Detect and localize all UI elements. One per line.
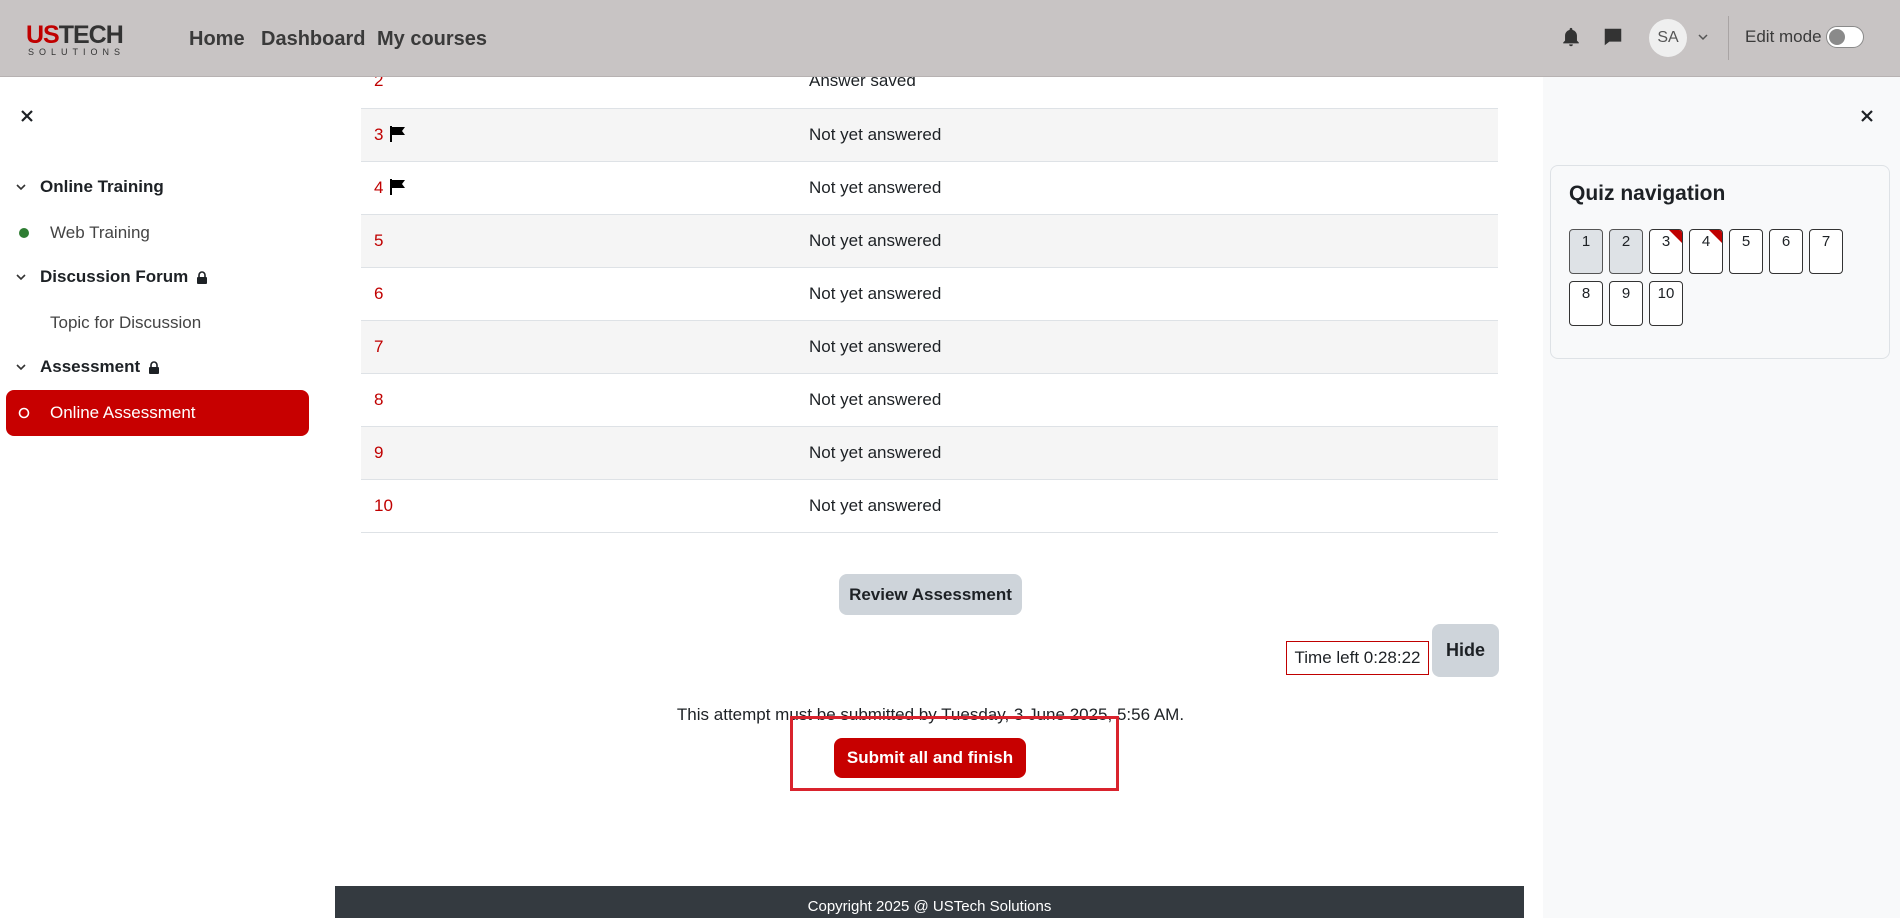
logo-wordmark: USTECH bbox=[26, 21, 124, 49]
course-index-drawer: Online Training Web Training Discussion … bbox=[0, 77, 318, 918]
quiz-navigation-title: Quiz navigation bbox=[1569, 182, 1726, 205]
question-link[interactable]: 3 bbox=[374, 125, 383, 144]
quiz-timer: Time left 0:28:22 bbox=[1286, 641, 1429, 675]
quiz-nav-number: 10 bbox=[1657, 285, 1675, 302]
nav-home-link[interactable]: Home bbox=[189, 27, 245, 51]
question-link[interactable]: 7 bbox=[374, 337, 383, 356]
quiz-nav-button-3[interactable]: 3 bbox=[1649, 229, 1683, 274]
section-label: Online Training bbox=[40, 177, 164, 196]
quiz-nav-number: 9 bbox=[1621, 285, 1631, 302]
quiz-nav-number: 2 bbox=[1621, 233, 1631, 250]
quiz-nav-button-8[interactable]: 8 bbox=[1569, 281, 1603, 326]
activity-label: Web Training bbox=[50, 223, 150, 242]
question-link[interactable]: 5 bbox=[374, 231, 383, 250]
status-dot-icon bbox=[18, 407, 30, 419]
question-status: Not yet answered bbox=[809, 108, 1498, 162]
lock-icon bbox=[197, 270, 208, 284]
question-status: Answer saved bbox=[809, 77, 1498, 109]
edit-mode-label: Edit mode bbox=[1745, 27, 1822, 46]
quiz-nav-number: 8 bbox=[1581, 285, 1591, 302]
flag-icon bbox=[390, 178, 406, 195]
question-status: Not yet answered bbox=[809, 426, 1498, 480]
hide-timer-button[interactable]: Hide bbox=[1432, 624, 1499, 677]
page-footer: Copyright 2025 @ USTech Solutions bbox=[335, 886, 1524, 918]
top-navbar: USTECH SOLUTIONS Home Dashboard My cours… bbox=[0, 0, 1900, 77]
question-link[interactable]: 2 bbox=[374, 77, 383, 90]
status-dot-placeholder bbox=[18, 317, 30, 329]
quiz-nav-button-6[interactable]: 6 bbox=[1769, 229, 1803, 274]
quiz-nav-button-9[interactable]: 9 bbox=[1609, 281, 1643, 326]
question-status: Not yet answered bbox=[809, 267, 1498, 321]
main-content: 2 Answer saved 3 Not yet answered 4 Not … bbox=[318, 77, 1543, 918]
quiz-nav-number: 7 bbox=[1821, 233, 1831, 250]
close-icon[interactable] bbox=[16, 105, 38, 127]
table-row: 7 Not yet answered bbox=[361, 320, 1498, 374]
activity-web-training[interactable]: Web Training bbox=[6, 210, 309, 256]
section-discussion-forum[interactable]: Discussion Forum bbox=[14, 264, 208, 290]
question-status: Not yet answered bbox=[809, 320, 1498, 374]
attempt-summary-table: 2 Answer saved 3 Not yet answered 4 Not … bbox=[361, 77, 1498, 533]
toggle-knob bbox=[1829, 29, 1845, 45]
table-row: 6 Not yet answered bbox=[361, 267, 1498, 321]
close-icon[interactable] bbox=[1856, 105, 1878, 127]
bell-icon[interactable] bbox=[1560, 26, 1582, 48]
question-link[interactable]: 9 bbox=[374, 443, 383, 462]
table-row: 2 Answer saved bbox=[361, 77, 1498, 109]
chevron-down-icon[interactable] bbox=[1696, 30, 1710, 44]
question-link[interactable]: 10 bbox=[374, 496, 393, 515]
chevron-down-icon bbox=[16, 364, 26, 371]
quiz-nav-number: 6 bbox=[1781, 233, 1791, 250]
table-row: 4 Not yet answered bbox=[361, 161, 1498, 215]
quiz-navigation-drawer: Quiz navigation 1 2 3 4 5 6 7 8 9 10 bbox=[1543, 77, 1900, 918]
question-link[interactable]: 8 bbox=[374, 390, 383, 409]
status-dot-icon bbox=[19, 228, 29, 238]
quiz-nav-button-7[interactable]: 7 bbox=[1809, 229, 1843, 274]
section-online-training[interactable]: Online Training bbox=[14, 174, 164, 200]
activity-online-assessment[interactable]: Online Assessment bbox=[6, 390, 309, 436]
activity-label: Topic for Discussion bbox=[50, 313, 202, 332]
navbar-divider bbox=[1728, 16, 1729, 60]
section-assessment[interactable]: Assessment bbox=[14, 354, 160, 380]
table-row: 10 Not yet answered bbox=[361, 479, 1498, 533]
user-avatar[interactable]: SA bbox=[1649, 19, 1687, 57]
question-status: Not yet answered bbox=[809, 161, 1498, 215]
quiz-nav-button-4[interactable]: 4 bbox=[1689, 229, 1723, 274]
edit-mode-toggle[interactable] bbox=[1826, 26, 1864, 48]
submit-all-and-finish-button[interactable]: Submit all and finish bbox=[834, 738, 1026, 778]
quiz-nav-button-10[interactable]: 10 bbox=[1649, 281, 1683, 326]
flagged-corner-icon bbox=[1709, 230, 1722, 243]
table-row: 3 Not yet answered bbox=[361, 108, 1498, 162]
review-assessment-button[interactable]: Review Assessment bbox=[839, 574, 1022, 615]
activity-label: Online Assessment bbox=[50, 403, 196, 422]
lock-icon bbox=[149, 360, 160, 374]
table-row: 5 Not yet answered bbox=[361, 214, 1498, 268]
quiz-navigation-block: Quiz navigation 1 2 3 4 5 6 7 8 9 10 bbox=[1550, 165, 1890, 359]
chevron-down-icon bbox=[16, 184, 26, 191]
logo-tagline: SOLUTIONS bbox=[28, 47, 126, 57]
activity-topic-for-discussion[interactable]: Topic for Discussion bbox=[6, 300, 309, 346]
flagged-corner-icon bbox=[1669, 230, 1682, 243]
nav-dashboard-link[interactable]: Dashboard bbox=[261, 27, 365, 51]
chat-icon[interactable] bbox=[1602, 26, 1624, 48]
quiz-nav-button-2[interactable]: 2 bbox=[1609, 229, 1643, 274]
question-link[interactable]: 6 bbox=[374, 284, 383, 303]
nav-my-courses-link[interactable]: My courses bbox=[377, 27, 487, 51]
question-status: Not yet answered bbox=[809, 373, 1498, 427]
question-status: Not yet answered bbox=[809, 214, 1498, 268]
quiz-nav-button-1[interactable]: 1 bbox=[1569, 229, 1603, 274]
section-label: Assessment bbox=[40, 357, 141, 376]
table-row: 9 Not yet answered bbox=[361, 426, 1498, 480]
quiz-nav-number: 1 bbox=[1581, 233, 1591, 250]
quiz-nav-button-5[interactable]: 5 bbox=[1729, 229, 1763, 274]
ustech-logo[interactable]: USTECH SOLUTIONS bbox=[26, 21, 140, 57]
section-label: Discussion Forum bbox=[40, 267, 189, 286]
flag-icon bbox=[390, 125, 406, 142]
table-row: 8 Not yet answered bbox=[361, 373, 1498, 427]
chevron-down-icon bbox=[16, 274, 26, 281]
question-status: Not yet answered bbox=[809, 479, 1498, 533]
quiz-nav-number: 5 bbox=[1741, 233, 1751, 250]
question-link[interactable]: 4 bbox=[374, 178, 383, 197]
